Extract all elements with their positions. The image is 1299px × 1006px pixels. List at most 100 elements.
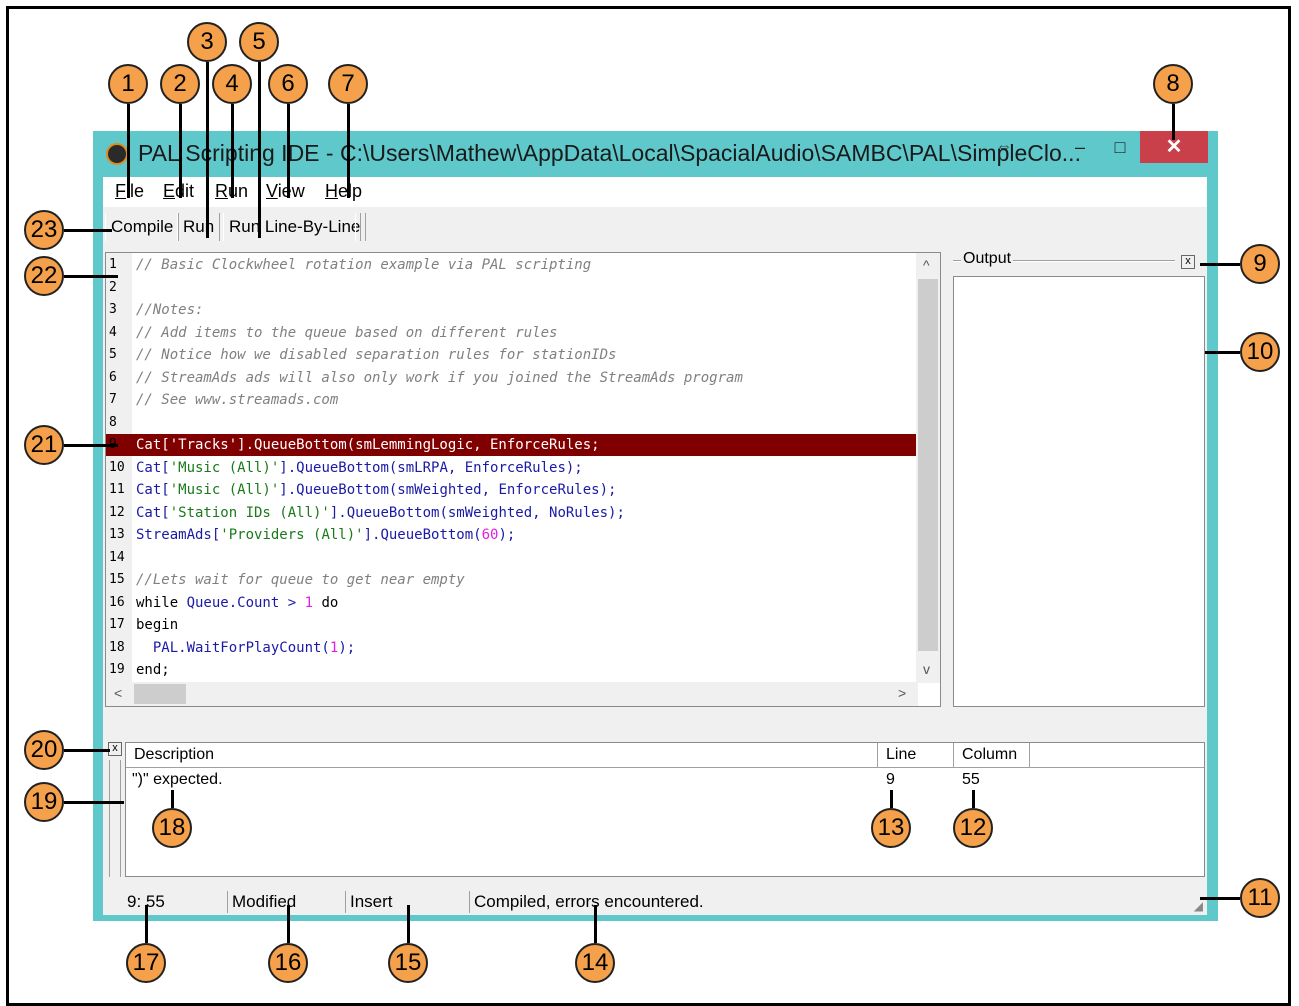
code-token: Queue.Count > (186, 594, 305, 611)
callout-leader-line (231, 104, 234, 198)
code-line[interactable]: 5 // Notice how we disabled separation ru… (106, 344, 916, 366)
callout-badge-14: 14 (575, 943, 615, 983)
code-token: //Notes: (136, 302, 204, 318)
line-number: 2 (109, 279, 117, 295)
code-text: Cat['Music (All)'].QueueBottom(smLRPA, E… (136, 457, 583, 479)
callout-leader-line (287, 104, 290, 198)
callout-badge-3: 3 (187, 22, 227, 62)
callout-leader-line (179, 104, 182, 198)
menu-help[interactable]: Help (325, 181, 362, 202)
code-token: Cat[ (136, 504, 170, 521)
callout-badge-17: 17 (126, 943, 166, 983)
line-number: 4 (109, 324, 117, 340)
callout-leader-line (1172, 104, 1175, 140)
code-token: PAL.WaitForPlayCount( (136, 639, 330, 656)
code-line[interactable]: 17 begin (106, 614, 916, 636)
menu-view[interactable]: View (266, 181, 305, 202)
run-line-by-line-button[interactable]: Run Line-By-Line (223, 213, 367, 241)
messages-table[interactable]: Description Line Column ")" expected. 9 … (125, 742, 1205, 877)
line-number: 12 (109, 504, 125, 520)
code-line[interactable]: 12 Cat['Station IDs (All)'].QueueBottom(s… (106, 502, 916, 524)
code-token: // StreamAds ads will also only work if … (136, 369, 743, 386)
code-token: Cat['Tracks'].QueueBottom(smLemmingLogic… (136, 437, 600, 453)
output-close-icon[interactable]: x (1181, 255, 1195, 269)
callout-leader-line (347, 104, 350, 198)
messages-grip[interactable] (109, 760, 121, 877)
code-line[interactable]: 15 //Lets wait for queue to get near empt… (106, 569, 916, 591)
vertical-scrollbar[interactable]: ^ v (916, 253, 940, 683)
code-line[interactable]: 13 StreamAds['Providers (All)'].QueueBott… (106, 524, 916, 546)
horizontal-scroll-thumb[interactable] (134, 684, 186, 704)
code-line[interactable]: 19 end; (106, 659, 916, 681)
vertical-scroll-thumb[interactable] (918, 279, 938, 651)
resize-grip-icon[interactable]: ◢ (1194, 899, 1203, 913)
line-number: 6 (109, 369, 117, 385)
code-line[interactable]: 16 while Queue.Count > 1 do (106, 592, 916, 614)
callout-leader-line (972, 790, 975, 808)
line-number: 1 (109, 257, 117, 272)
callout-leader-line (1205, 351, 1240, 354)
code-token: // Add items to the queue based on diffe… (136, 324, 558, 341)
code-line[interactable]: 11 Cat['Music (All)'].QueueBottom(smWeigh… (106, 479, 916, 501)
header-divider (126, 767, 1204, 768)
menu-view-label: iew (277, 181, 305, 201)
code-line[interactable]: 2 (106, 277, 916, 299)
code-line[interactable]: 1 // Basic Clockwheel rotation example vi… (106, 254, 916, 276)
code-text: Cat['Music (All)'].QueueBottom(smWeighte… (136, 479, 616, 501)
code-text: //Notes: (136, 299, 203, 321)
horizontal-scrollbar[interactable]: < > (106, 682, 918, 706)
code-text: begin (136, 614, 178, 636)
line-number: 11 (109, 482, 125, 497)
code-line[interactable]: 6 // StreamAds ads will also only work if… (106, 367, 916, 389)
code-token: ].QueueBottom(smWeighted, NoRules); (329, 504, 625, 521)
error-description[interactable]: ")" expected. (132, 771, 223, 789)
error-column[interactable]: 55 (962, 771, 980, 789)
callout-leader-line (64, 229, 112, 232)
line-number: 19 (109, 662, 125, 677)
code-token: 'Providers (All)' (220, 527, 364, 543)
status-modified: Modified (227, 891, 343, 913)
column-header-line[interactable]: Line (878, 743, 954, 767)
code-text: // See www.streamads.com (136, 389, 338, 411)
code-token: ].QueueBottom(smLRPA, EnforceRules); (279, 459, 583, 476)
column-header-description[interactable]: Description (126, 743, 878, 767)
callout-badge-15: 15 (388, 943, 428, 983)
menu-edit-label: dit (175, 181, 195, 201)
scroll-up-icon[interactable]: ^ (923, 257, 930, 273)
messages-close-icon[interactable]: x (108, 742, 122, 756)
line-number: 10 (109, 459, 125, 475)
maximize-button[interactable]: □ (1098, 131, 1142, 163)
output-text-area[interactable] (953, 276, 1205, 707)
scroll-right-icon[interactable]: > (898, 685, 906, 701)
output-header: Output x (953, 250, 1205, 272)
menu-bar: File Edit Run View Help (103, 177, 1207, 207)
title-bar[interactable]: PAL Scripting IDE - C:\Users\Mathew\AppD… (93, 131, 1218, 177)
error-line[interactable]: 9 (886, 771, 895, 789)
callout-leader-line (206, 62, 209, 238)
line-number: 17 (109, 617, 125, 632)
code-line[interactable]: 10 Cat['Music (All)'].QueueBottom(smLRPA,… (106, 457, 916, 479)
callout-leader-line (594, 905, 597, 943)
window-title: PAL Scripting IDE - C:\Users\Mathew\AppD… (138, 140, 1081, 166)
restore-arrows-icon: ⇔ (996, 138, 1012, 155)
scroll-left-icon[interactable]: < (114, 685, 122, 701)
code-token: 'Station IDs (All)' (169, 504, 330, 521)
code-line[interactable]: 18 PAL.WaitForPlayCount(1); (106, 637, 916, 659)
code-token: end; (136, 662, 170, 678)
run-button[interactable]: Run (177, 213, 221, 241)
code-line-error[interactable]: 9Cat['Tracks'].QueueBottom(smLemmingLogi… (106, 434, 916, 456)
code-editor[interactable]: 1 // Basic Clockwheel rotation example vi… (105, 252, 941, 707)
compile-button[interactable]: Compile (105, 213, 180, 241)
code-text: end; (136, 659, 170, 681)
column-header-column[interactable]: Column (954, 743, 1030, 767)
code-text: // StreamAds ads will also only work if … (136, 367, 743, 389)
code-line[interactable]: 8 (106, 412, 916, 434)
scroll-down-icon[interactable]: v (923, 661, 930, 677)
code-line[interactable]: 14 (106, 547, 916, 569)
code-line[interactable]: 3 //Notes: (106, 299, 916, 321)
code-line[interactable]: 7 // See www.streamads.com (106, 389, 916, 411)
callout-badge-1: 1 (108, 64, 148, 104)
code-line[interactable]: 4 // Add items to the queue based on diff… (106, 322, 916, 344)
toolbar-end-separator (355, 213, 361, 241)
minimize-button[interactable]: – (1058, 131, 1102, 163)
